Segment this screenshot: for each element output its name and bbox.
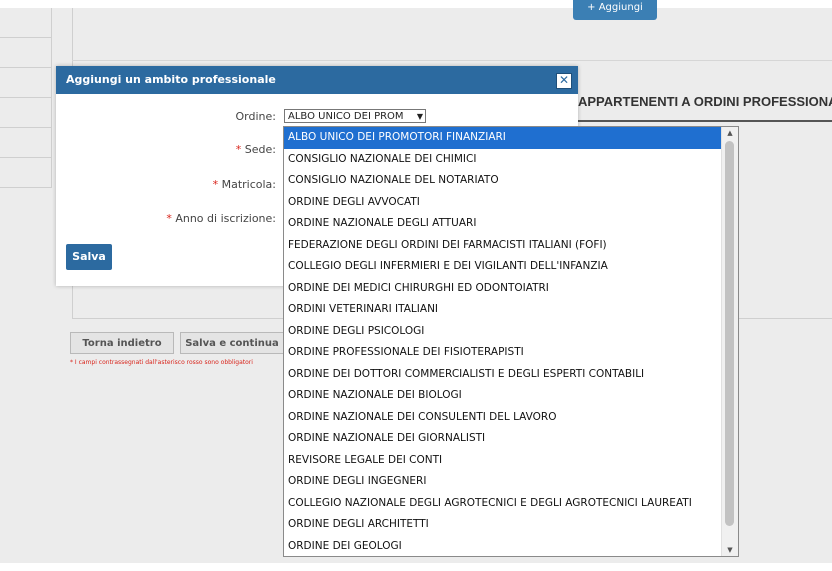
matricola-label-text: Matricola: <box>221 178 276 191</box>
scroll-thumb[interactable] <box>725 141 734 526</box>
sede-label: * Sede: <box>56 143 276 156</box>
scroll-down-icon[interactable]: ▼ <box>722 546 738 554</box>
left-nav-row[interactable] <box>0 38 52 68</box>
save-button[interactable]: Salva <box>66 244 112 270</box>
dropdown-option[interactable]: COLLEGIO DEGLI INFERMIERI E DEI VIGILANT… <box>284 256 722 278</box>
dropdown-option[interactable]: ORDINE PROFESSIONALE DEI FISIOTERAPISTI <box>284 342 722 364</box>
sede-label-text: Sede: <box>244 143 276 156</box>
dropdown-option[interactable]: FEDERAZIONE DEGLI ORDINI DEI FARMACISTI … <box>284 235 722 257</box>
dropdown-option[interactable]: CONSIGLIO NAZIONALE DEL NOTARIATO <box>284 170 722 192</box>
dropdown-option[interactable]: ORDINE DEGLI AVVOCATI <box>284 192 722 214</box>
dropdown-option[interactable]: REVISORE LEGALE DEI CONTI <box>284 450 722 472</box>
dropdown-option[interactable]: ORDINE NAZIONALE DEGLI ATTUARI <box>284 213 722 235</box>
dropdown-option[interactable]: ORDINE DEGLI PSICOLOGI <box>284 321 722 343</box>
left-nav-row[interactable] <box>0 68 52 98</box>
dropdown-option[interactable]: ORDINE NAZIONALE DEI GIORNALISTI <box>284 428 722 450</box>
modal-title: Aggiungi un ambito professionale <box>66 73 276 86</box>
dropdown-option[interactable]: ORDINE DEI DOTTORI COMMERCIALISTI E DEGL… <box>284 364 722 386</box>
modal-header: Aggiungi un ambito professionale ✕ <box>56 66 578 94</box>
left-nav-strip <box>0 8 52 188</box>
dropdown-option[interactable]: ORDINI VETERINARI ITALIANI <box>284 299 722 321</box>
ordine-dropdown-list: ALBO UNICO DEI PROMOTORI FINANZIARI CONSI… <box>283 126 739 557</box>
add-button[interactable]: + Aggiungi <box>573 0 657 20</box>
left-nav-row[interactable] <box>0 158 52 188</box>
dropdown-option[interactable]: CONSIGLIO NAZIONALE DEI CHIMICI <box>284 149 722 171</box>
required-asterisk: * <box>166 212 172 225</box>
left-nav-row[interactable] <box>0 98 52 128</box>
dropdown-option[interactable]: ORDINE DEGLI INGEGNERI <box>284 471 722 493</box>
section-underline <box>578 120 832 122</box>
dropdown-option[interactable]: ALBO UNICO DEI PROMOTORI FINANZIARI <box>284 127 722 149</box>
required-fields-note: * I campi contrassegnati dall'asterisco … <box>70 359 253 366</box>
dropdown-option[interactable]: ORDINE NAZIONALE DEI BIOLOGI <box>284 385 722 407</box>
dropdown-option[interactable]: ORDINE DEGLI ARCHITETTI <box>284 514 722 536</box>
required-asterisk: * <box>212 178 219 191</box>
dropdown-option[interactable]: ORDINE NAZIONALE DEI CONSULENTI DEL LAVO… <box>284 407 722 429</box>
chevron-down-icon: ▼ <box>416 112 423 121</box>
ordine-label-text: Ordine: <box>235 110 276 123</box>
section-heading: APPARTENENTI A ORDINI PROFESSIONALI <box>578 94 832 109</box>
anno-iscrizione-label: * Anno di iscrizione: <box>56 212 276 225</box>
panel-divider <box>72 60 832 61</box>
anno-label-text: Anno di iscrizione: <box>175 212 276 225</box>
dropdown-option[interactable]: ORDINE DEI GEOLOGI <box>284 536 722 557</box>
ordine-select-value: ALBO UNICO DEI PROM <box>288 111 404 122</box>
close-icon[interactable]: ✕ <box>556 73 572 89</box>
dropdown-scrollbar[interactable]: ▲ ▼ <box>721 127 738 556</box>
dropdown-option[interactable]: COLLEGIO NAZIONALE DEGLI AGROTECNICI E D… <box>284 493 722 515</box>
required-asterisk: * <box>235 143 242 156</box>
ordine-select[interactable]: ALBO UNICO DEI PROM ▼ <box>284 109 426 123</box>
save-continue-button[interactable]: Salva e continua <box>180 332 284 354</box>
page-bottom-edge <box>0 563 832 571</box>
ordine-label: Ordine: <box>56 110 276 123</box>
back-button[interactable]: Torna indietro <box>70 332 174 354</box>
dropdown-option[interactable]: ORDINE DEI MEDICI CHIRURGHI ED ODONTOIAT… <box>284 278 722 300</box>
matricola-label: * Matricola: <box>56 178 276 191</box>
page-top-edge <box>0 0 832 8</box>
left-nav-row[interactable] <box>0 8 52 38</box>
scroll-up-icon[interactable]: ▲ <box>722 129 738 137</box>
left-nav-row[interactable] <box>0 128 52 158</box>
